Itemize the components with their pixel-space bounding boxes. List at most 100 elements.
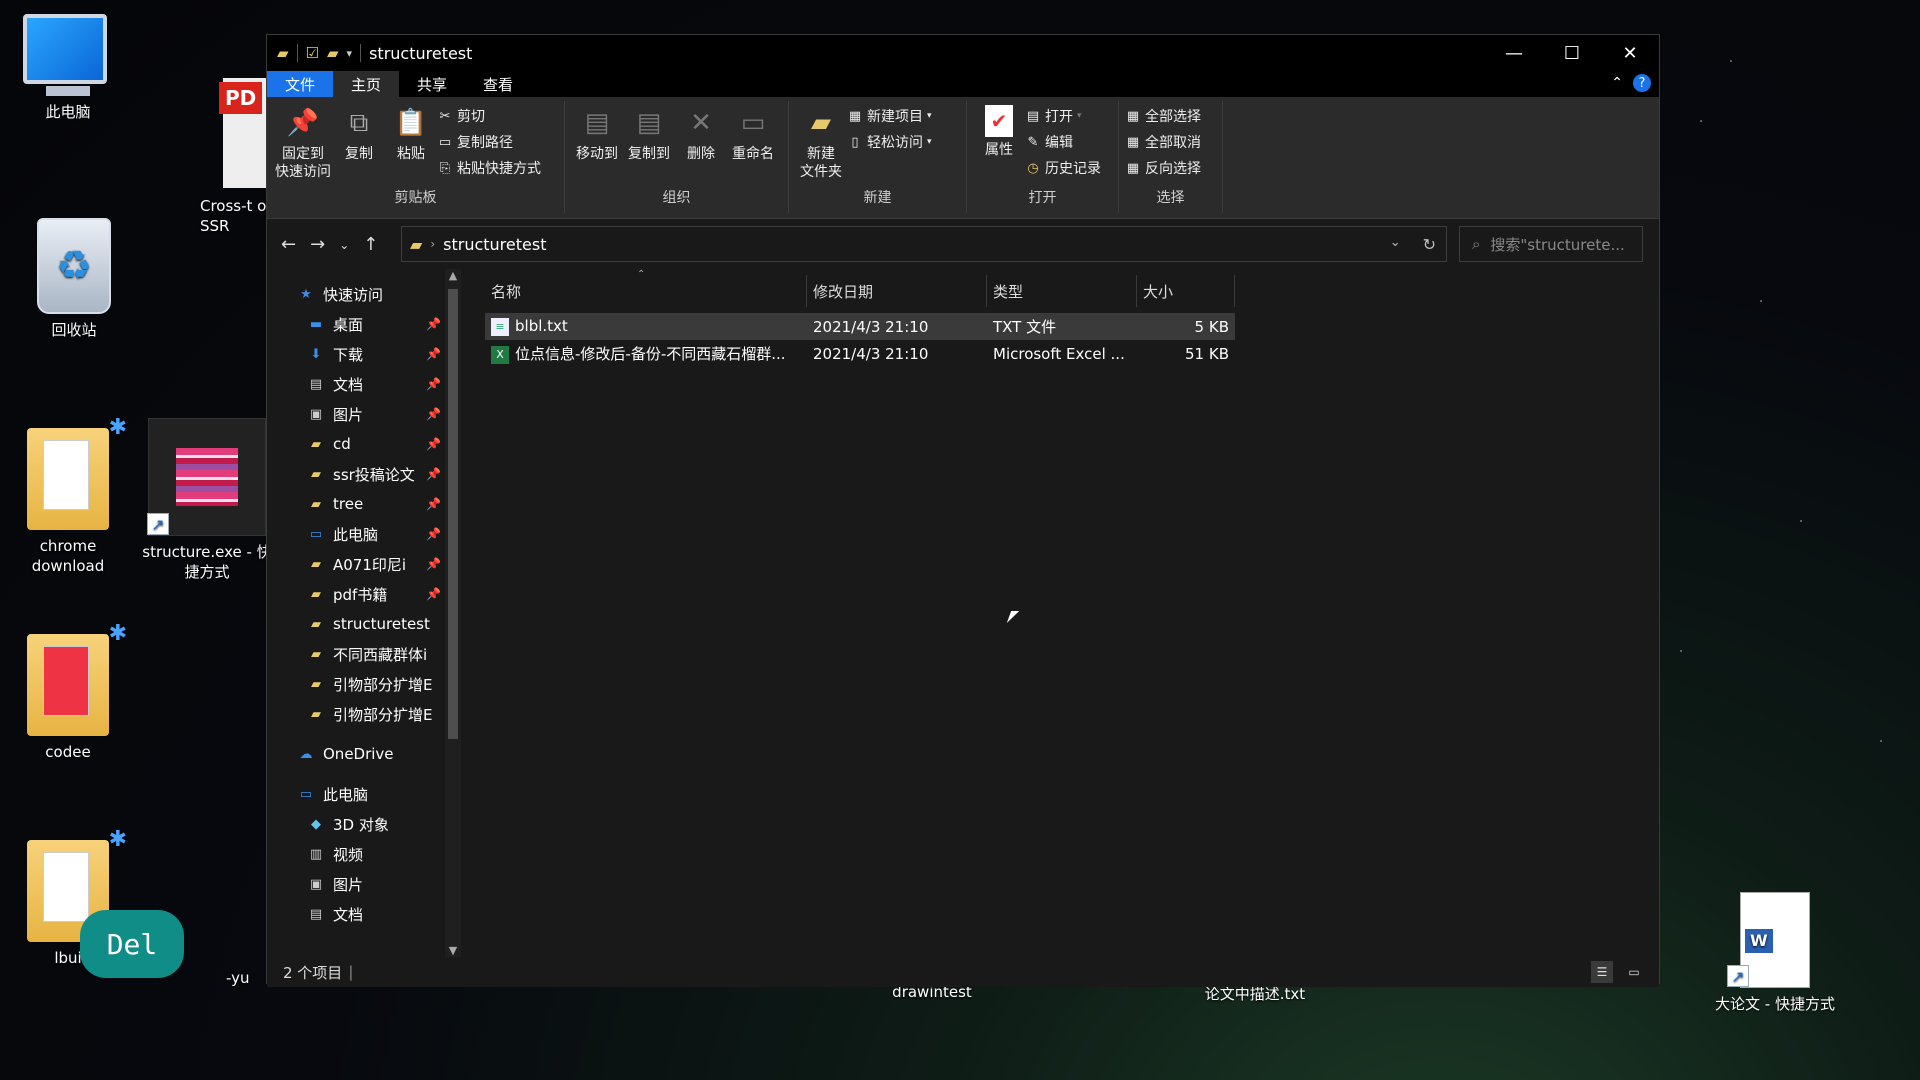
scroll-up-icon[interactable]: ▲ xyxy=(445,269,461,282)
sidebar-item-primer-1[interactable]: ▰ 引物部分扩增E xyxy=(267,669,445,699)
tab-home[interactable]: 主页 xyxy=(333,71,400,97)
breadcrumb-separator-icon[interactable]: › xyxy=(430,237,435,251)
desktop-icon-codee[interactable]: ✱ codee xyxy=(8,623,128,762)
sidebar-item-primer-2[interactable]: ▰ 引物部分扩增E xyxy=(267,699,445,729)
column-header-size[interactable]: 大小 xyxy=(1137,275,1235,307)
open-icon: ▤ xyxy=(1026,108,1040,124)
file-row[interactable]: ≡ blbl.txt 2021/4/3 21:10 TXT 文件 5 KB xyxy=(485,313,1235,340)
pin-icon[interactable]: 📌 xyxy=(426,437,441,451)
desktop-icon-structure-exe[interactable]: ↗ structure.exe - 快捷方式 xyxy=(142,418,272,582)
large-icons-view-icon[interactable]: ▭ xyxy=(1623,961,1645,983)
search-icon: ⌕ xyxy=(1472,235,1481,253)
address-bar[interactable]: ▰ › structuretest ⌄ ↻ xyxy=(401,226,1447,262)
new-folder-quick-icon[interactable]: ▰ xyxy=(327,44,339,62)
select-none-button[interactable]: ▦ 全部取消 xyxy=(1125,131,1201,153)
tab-file[interactable]: 文件 xyxy=(267,71,334,97)
column-header-type[interactable]: 类型 xyxy=(987,275,1137,307)
forward-arrow-icon[interactable]: → xyxy=(310,234,325,255)
history-button[interactable]: ◷ 历史记录 xyxy=(1025,157,1101,179)
search-placeholder: 搜索"structurete... xyxy=(1490,235,1625,254)
sidebar-item-onedrive[interactable]: ☁ OneDrive xyxy=(267,739,445,769)
back-arrow-icon[interactable]: ← xyxy=(281,234,296,255)
maximize-button[interactable]: ☐ xyxy=(1543,35,1601,71)
collapse-ribbon-icon[interactable]: ⌃ xyxy=(1611,75,1623,91)
minimize-button[interactable]: — xyxy=(1485,35,1543,71)
column-header-date[interactable]: 修改日期 xyxy=(807,275,987,307)
sidebar-item-ssr[interactable]: ▰ ssr投稿论文 📌 xyxy=(267,459,445,489)
sidebar-item-label: 文档 xyxy=(333,905,364,924)
paste-shortcut-button[interactable]: ⎘ 粘贴快捷方式 xyxy=(437,157,541,179)
sidebar-item-documents[interactable]: ▤ 文档 📌 xyxy=(267,369,445,399)
document-icon: ▤ xyxy=(309,376,323,392)
sidebar-item-videos[interactable]: ▥ 视频 xyxy=(267,839,445,869)
edit-button[interactable]: ✎ 编辑 xyxy=(1025,131,1101,153)
sidebar-item-label: 图片 xyxy=(333,875,364,894)
invert-selection-button[interactable]: ▦ 反向选择 xyxy=(1125,157,1201,179)
desktop-icon-txt[interactable]: 论文中描述.txt xyxy=(1190,984,1320,1004)
navigation-scrollbar[interactable]: ▲ ▼ xyxy=(445,269,461,957)
close-button[interactable]: ✕ xyxy=(1601,35,1659,71)
details-view-icon[interactable]: ☰ xyxy=(1591,961,1613,983)
title-bar[interactable]: ▰ ☑ ▰ ▾ structuretest — ☐ ✕ xyxy=(267,35,1659,71)
cut-button[interactable]: ✂ 剪切 xyxy=(437,105,541,127)
desktop-icon-chrome-download[interactable]: ✱ chrome download xyxy=(8,417,128,576)
pin-icon[interactable]: 📌 xyxy=(426,467,441,481)
sidebar-item-a071[interactable]: ▰ A071印尼i 📌 xyxy=(267,549,445,579)
file-explorer-window[interactable]: ▰ ☑ ▰ ▾ structuretest — ☐ ✕ 文件 主页 共享 查看 … xyxy=(266,34,1660,987)
desktop-icon-this-pc[interactable]: 此电脑 xyxy=(8,14,128,122)
cloud-icon: ☁ xyxy=(299,746,313,762)
search-box[interactable]: ⌕ 搜索"structurete... xyxy=(1459,226,1643,262)
sidebar-item-3d-objects[interactable]: ◆ 3D 对象 xyxy=(267,809,445,839)
copy-path-button[interactable]: ▭ 复制路径 xyxy=(437,131,541,153)
sidebar-item-structuretest[interactable]: ▰ structuretest xyxy=(267,609,445,639)
sidebar-item-tibet[interactable]: ▰ 不同西藏群体i xyxy=(267,639,445,669)
pin-icon[interactable]: 📌 xyxy=(426,557,441,571)
quick-access-dropdown-icon[interactable]: ▾ xyxy=(347,47,353,60)
sidebar-item-pdf-books[interactable]: ▰ pdf书籍 📌 xyxy=(267,579,445,609)
help-icon[interactable]: ? xyxy=(1633,74,1651,92)
sidebar-item-downloads[interactable]: ⬇ 下载 📌 xyxy=(267,339,445,369)
tab-view[interactable]: 查看 xyxy=(465,71,531,97)
easy-access-button[interactable]: ▯ 轻松访问 ▾ xyxy=(847,131,931,153)
sidebar-item-this-pc-pinned[interactable]: ▭ 此电脑 📌 xyxy=(267,519,445,549)
navigation-pane: ★ 快速访问 ▬ 桌面 📌 ⬇ 下载 📌 ▤ 文档 📌 ▣ 图片 📌 ▰ cd 📌 ▰ ssr投稿论文 📌… xyxy=(267,269,445,957)
pin-icon[interactable]: 📌 xyxy=(426,317,441,331)
sidebar-item-pc-documents[interactable]: ▤ 文档 xyxy=(267,899,445,929)
column-header-name[interactable]: 名称 xyxy=(485,275,807,307)
sidebar-item-pc-pictures[interactable]: ▣ 图片 xyxy=(267,869,445,899)
pin-icon[interactable]: 📌 xyxy=(426,527,441,541)
sidebar-item-cd[interactable]: ▰ cd 📌 xyxy=(267,429,445,459)
up-arrow-icon[interactable]: ↑ xyxy=(363,234,378,255)
file-list: ⌃ 名称 修改日期 类型 大小 ≡ blbl.txt 2021/4/3 21:10… xyxy=(461,269,1659,957)
pin-icon[interactable]: 📌 xyxy=(426,587,441,601)
new-item-button[interactable]: ▦ 新建项目 ▾ xyxy=(847,105,932,127)
pin-icon[interactable]: 📌 xyxy=(426,377,441,391)
scroll-down-icon[interactable]: ▼ xyxy=(445,944,461,957)
address-dropdown-icon[interactable]: ⌄ xyxy=(1390,235,1401,254)
sidebar-item-label: 视频 xyxy=(333,845,364,864)
breadcrumb-current[interactable]: structuretest xyxy=(443,235,546,254)
pdf-icon[interactable]: PD xyxy=(219,78,267,188)
sidebar-item-quick-access[interactable]: ★ 快速访问 xyxy=(267,279,445,309)
pin-icon[interactable]: 📌 xyxy=(426,407,441,421)
pin-icon[interactable]: 📌 xyxy=(426,347,441,361)
refresh-icon[interactable]: ↻ xyxy=(1423,235,1436,254)
properties-quick-icon[interactable]: ☑ xyxy=(306,44,319,62)
desktop-icon-recycle-bin[interactable]: ♻ 回收站 xyxy=(14,218,134,340)
pin-icon[interactable]: 📌 xyxy=(426,497,441,511)
sidebar-item-pictures[interactable]: ▣ 图片 📌 xyxy=(267,399,445,429)
sidebar-item-desktop[interactable]: ▬ 桌面 📌 xyxy=(267,309,445,339)
file-row[interactable]: X 位点信息-修改后-备份-不同西藏石榴群... 2021/4/3 21:10 M… xyxy=(485,340,1235,367)
copy-path-label: 复制路径 xyxy=(457,135,513,151)
desktop-icon-thesis-shortcut[interactable]: W ↗ 大论文 - 快捷方式 xyxy=(1710,892,1840,1014)
recent-dropdown-icon[interactable]: ⌄ xyxy=(339,234,349,255)
desktop-icon-label: 论文中描述.txt xyxy=(1204,985,1306,1003)
select-all-button[interactable]: ▦ 全部选择 xyxy=(1125,105,1201,127)
sidebar-item-tree[interactable]: ▰ tree 📌 xyxy=(267,489,445,519)
scrollbar-thumb[interactable] xyxy=(448,289,458,739)
star xyxy=(1760,300,1762,302)
excel-file-icon: X xyxy=(491,345,509,364)
open-button[interactable]: ▤ 打开 ▾ xyxy=(1025,105,1101,127)
tab-share[interactable]: 共享 xyxy=(399,71,465,97)
sidebar-item-this-pc[interactable]: ▭ 此电脑 xyxy=(267,779,445,809)
